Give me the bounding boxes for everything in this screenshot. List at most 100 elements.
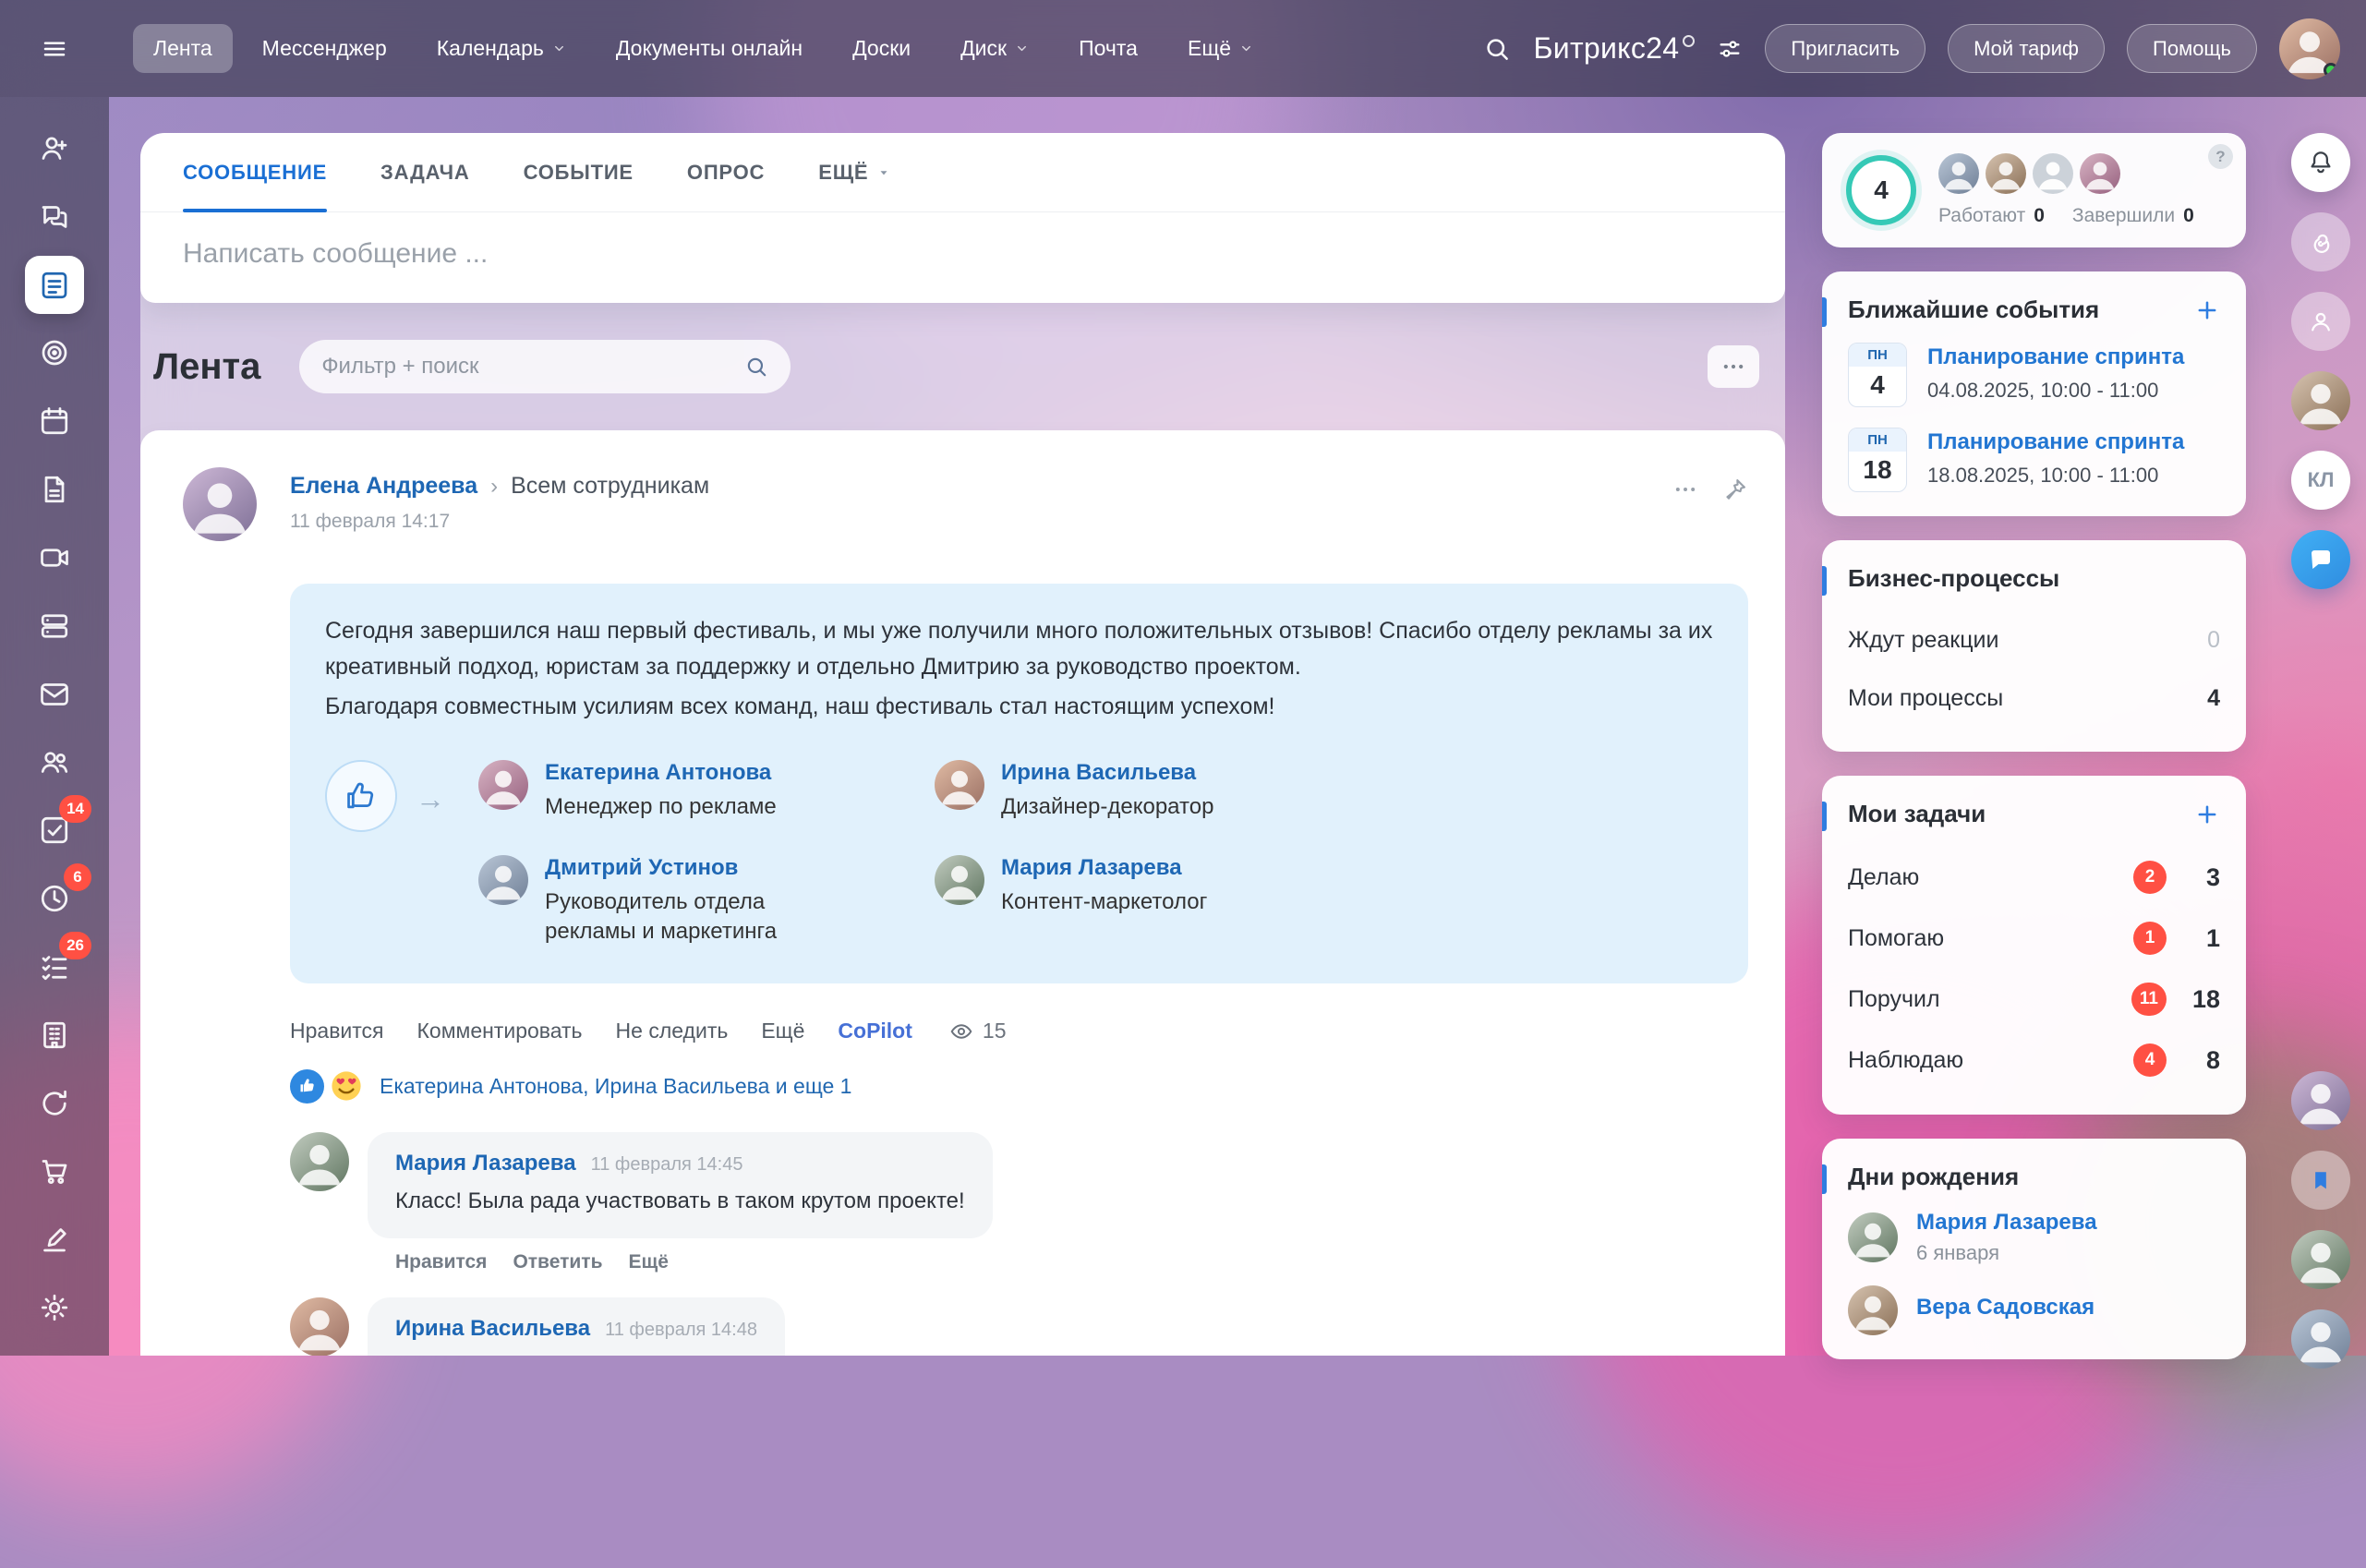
tab-poll[interactable]: ОПРОС <box>687 133 765 211</box>
copilot-action[interactable]: CoPilot <box>838 1019 912 1043</box>
recent-chat-avatar[interactable] <box>2291 1309 2350 1369</box>
event-title-link[interactable]: Планирование спринта <box>1927 344 2184 370</box>
mention-avatar[interactable] <box>935 760 984 810</box>
sidebar-item-mail[interactable] <box>25 665 84 724</box>
sidebar-item-tasks[interactable]: 14 <box>25 801 84 860</box>
tab-task[interactable]: ЗАДАЧА <box>380 133 470 211</box>
notifications-button[interactable] <box>2291 133 2350 192</box>
search-button[interactable] <box>1483 35 1511 63</box>
sidebar-item-documents[interactable] <box>25 460 84 519</box>
like-action[interactable]: Нравится <box>290 1019 384 1043</box>
tab-event[interactable]: СОБЫТИЕ <box>524 133 634 211</box>
sidebar-item-sign[interactable] <box>25 1210 84 1269</box>
sidebar-item-calendar[interactable] <box>25 392 84 451</box>
sidebar-item-feed[interactable] <box>25 256 84 315</box>
comment-more-action[interactable]: Ещё <box>628 1251 668 1273</box>
unfollow-action[interactable]: Не следить <box>616 1019 729 1043</box>
recent-chat-avatar[interactable] <box>2291 1230 2350 1289</box>
nav-item-calendar[interactable]: Календарь <box>416 24 586 73</box>
nav-item-mail[interactable]: Почта <box>1058 24 1158 73</box>
copilot-dock-button[interactable] <box>2291 212 2350 271</box>
filter-search-input[interactable]: Фильтр + поиск <box>299 340 791 393</box>
nav-item-disk[interactable]: Диск <box>940 24 1049 73</box>
pulse-counter[interactable]: 4 <box>1846 155 1916 225</box>
post-author-avatar[interactable] <box>183 467 257 541</box>
comment-author-link[interactable]: Ирина Васильева <box>395 1316 590 1342</box>
comment-author-link[interactable]: Мария Лазарева <box>395 1151 576 1176</box>
comment-author-avatar[interactable] <box>290 1132 349 1191</box>
task-row[interactable]: Делаю 2 3 <box>1848 847 2220 908</box>
comment-like-action[interactable]: Нравится <box>395 1251 487 1273</box>
post-menu-button[interactable] <box>1672 476 1698 502</box>
pulse-avatar[interactable] <box>2080 153 2120 194</box>
like-reaction-icon[interactable] <box>290 1069 324 1104</box>
pulse-avatar[interactable] <box>1986 153 2026 194</box>
event-title-link[interactable]: Планирование спринта <box>1927 429 2184 455</box>
birthday-name-link[interactable]: Вера Садовская <box>1916 1295 2094 1321</box>
user-avatar[interactable] <box>2279 18 2340 79</box>
mention-avatar[interactable] <box>935 855 984 905</box>
sidebar-item-automation[interactable] <box>25 1074 84 1133</box>
comment-action[interactable]: Комментировать <box>417 1019 583 1043</box>
nav-item-feed[interactable]: Лента <box>133 24 233 73</box>
tab-more[interactable]: ЕЩЁ <box>818 133 890 211</box>
post-author-link[interactable]: Елена Андреева <box>290 473 477 500</box>
pin-button[interactable] <box>1722 476 1748 502</box>
tariff-sliders-button[interactable] <box>1717 36 1743 62</box>
mention-name-link[interactable]: Ирина Васильева <box>1001 760 1213 786</box>
comment-author-avatar[interactable] <box>290 1297 349 1356</box>
sidebar-item-market[interactable] <box>25 1141 84 1200</box>
recent-chat-avatar[interactable] <box>2291 371 2350 430</box>
comment-reply-action[interactable]: Ответить <box>513 1251 602 1273</box>
pulse-avatar-placeholder[interactable] <box>2033 153 2073 194</box>
nav-item-more[interactable]: Ещё <box>1167 24 1274 73</box>
help-button[interactable]: Помощь <box>2127 24 2257 73</box>
process-row[interactable]: Ждут реакции 0 <box>1848 611 2220 669</box>
task-row[interactable]: Помогаю 1 1 <box>1848 908 2220 969</box>
invite-button[interactable]: Пригласить <box>1765 24 1925 73</box>
nav-item-messenger[interactable]: Мессенджер <box>242 24 407 73</box>
sidebar-item-drive[interactable] <box>25 597 84 656</box>
sidebar-item-company[interactable] <box>25 1006 84 1065</box>
birthday-item[interactable]: Вера Садовская <box>1848 1285 2220 1335</box>
bookmark-button[interactable] <box>2291 1151 2350 1210</box>
recent-chat-initials[interactable]: КЛ <box>2291 451 2350 510</box>
sidebar-item-invite[interactable] <box>25 119 84 178</box>
nav-item-boards[interactable]: Доски <box>832 24 931 73</box>
sidebar-item-target[interactable] <box>25 323 84 382</box>
mention-name-link[interactable]: Мария Лазарева <box>1001 855 1207 881</box>
add-task-button[interactable] <box>2194 802 2220 827</box>
birthday-item[interactable]: Мария Лазарева 6 января <box>1848 1210 2220 1265</box>
birthday-name-link[interactable]: Мария Лазарева <box>1916 1210 2097 1236</box>
mention-name-link[interactable]: Екатерина Антонова <box>545 760 777 786</box>
support-button[interactable] <box>2291 292 2350 351</box>
nav-item-documents[interactable]: Документы онлайн <box>596 24 823 73</box>
tab-message[interactable]: СООБЩЕНИЕ <box>183 133 327 211</box>
messenger-dock-button[interactable] <box>2291 530 2350 589</box>
my-plan-button[interactable]: Мой тариф <box>1948 24 2105 73</box>
event-item[interactable]: ПН 4 Планирование спринта 04.08.2025, 10… <box>1848 343 2220 407</box>
reaction-users-link[interactable]: Екатерина Антонова, Ирина Васильева и ещ… <box>380 1074 851 1099</box>
message-input[interactable]: Написать сообщение ... <box>140 212 1785 303</box>
task-row[interactable]: Наблюдаю 4 8 <box>1848 1030 2220 1091</box>
mention-avatar[interactable] <box>478 760 528 810</box>
task-row[interactable]: Поручил 11 18 <box>1848 969 2220 1030</box>
add-event-button[interactable] <box>2194 297 2220 323</box>
recent-chat-avatar[interactable] <box>2291 1071 2350 1130</box>
feed-settings-button[interactable] <box>1708 345 1759 388</box>
process-row[interactable]: Мои процессы 4 <box>1848 669 2220 728</box>
love-reaction-icon[interactable] <box>328 1067 365 1104</box>
pulse-avatar[interactable] <box>1938 153 1979 194</box>
more-action[interactable]: Ещё <box>761 1019 804 1043</box>
sidebar-item-messenger[interactable] <box>25 187 84 247</box>
sidebar-item-video[interactable] <box>25 528 84 587</box>
sidebar-item-crm[interactable]: 26 <box>25 937 84 996</box>
sidebar-item-settings[interactable] <box>25 1278 84 1337</box>
mention-avatar[interactable] <box>478 855 528 905</box>
burger-menu-button[interactable] <box>0 35 109 63</box>
mention-name-link[interactable]: Дмитрий Устинов <box>545 855 822 881</box>
sidebar-item-employees[interactable] <box>25 732 84 791</box>
event-item[interactable]: ПН 18 Планирование спринта 18.08.2025, 1… <box>1848 428 2220 492</box>
sidebar-item-time[interactable]: 6 <box>25 869 84 928</box>
help-question-button[interactable]: ? <box>2208 144 2233 169</box>
